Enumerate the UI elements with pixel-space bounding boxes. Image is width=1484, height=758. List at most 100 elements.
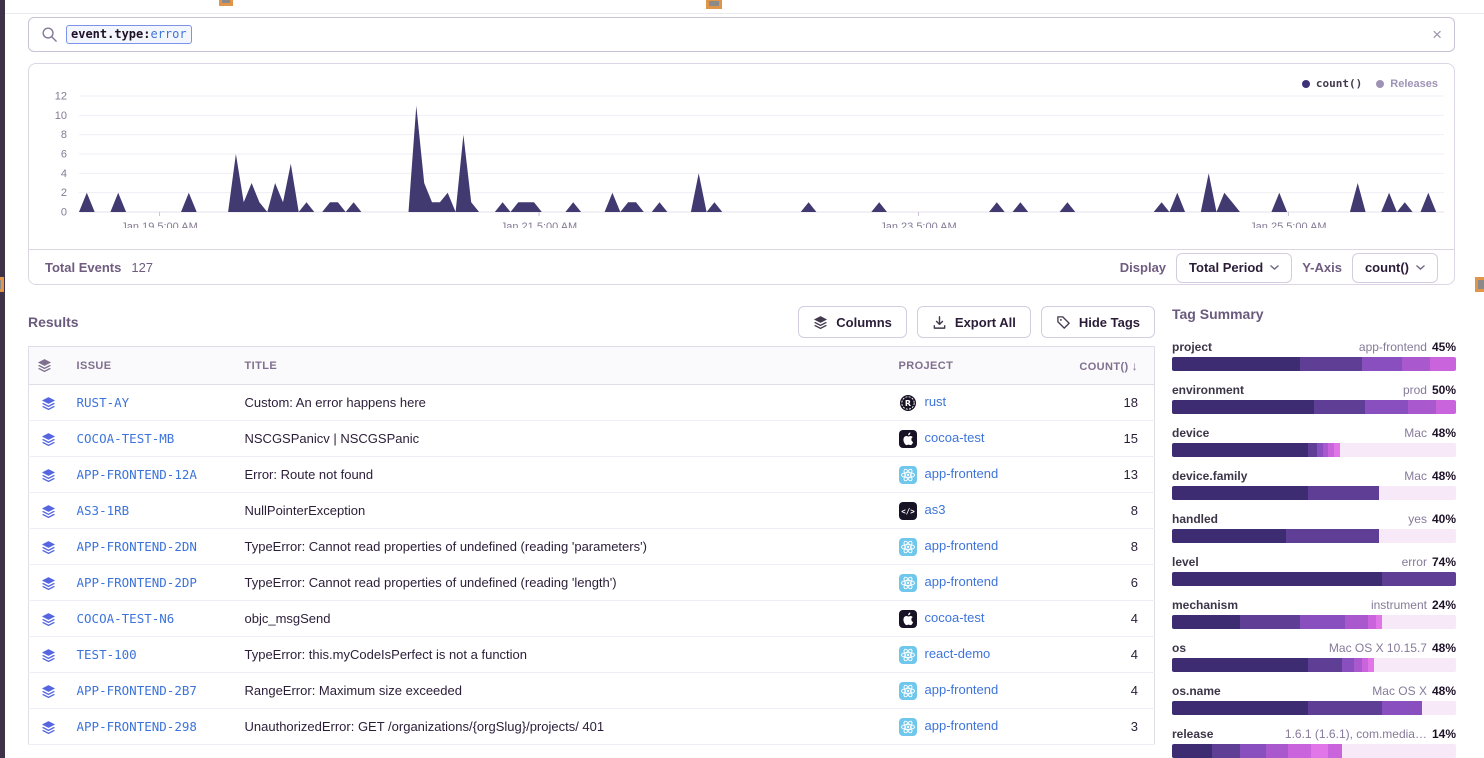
tag-bar-segment[interactable]: [1382, 572, 1456, 586]
project-link[interactable]: cocoa-test: [925, 610, 985, 625]
tag-bar-segment[interactable]: [1300, 615, 1345, 629]
tag-bar-segment[interactable]: [1345, 615, 1368, 629]
tag-bar-segment[interactable]: [1286, 529, 1380, 543]
tag-bar-segment[interactable]: [1382, 701, 1422, 715]
search-query-token[interactable]: event.type:error: [66, 25, 192, 44]
tag-distribution-bar[interactable]: [1172, 486, 1456, 500]
issue-stack-icon: [41, 504, 56, 519]
project-link[interactable]: app-frontend: [925, 538, 999, 553]
tag-distribution-bar[interactable]: [1172, 658, 1456, 672]
tag-bar-segment[interactable]: [1362, 357, 1402, 371]
download-icon: [932, 315, 947, 330]
issue-title: TypeError: Cannot read properties of und…: [237, 565, 891, 601]
issue-stack-icon: [41, 720, 56, 735]
tag-bar-segment[interactable]: [1308, 443, 1317, 457]
issue-link[interactable]: COCOA-TEST-N6: [77, 611, 175, 626]
tag-bar-segment[interactable]: [1430, 357, 1456, 371]
tag-summary-heading: Tag Summary: [1172, 306, 1264, 322]
project-link[interactable]: react-demo: [925, 646, 991, 661]
tag-name: device.family: [1172, 469, 1247, 483]
tag-distribution-bar[interactable]: [1172, 744, 1456, 758]
issue-link[interactable]: APP-FRONTEND-12A: [77, 467, 197, 482]
tag-bar-segment[interactable]: [1172, 529, 1286, 543]
issue-link[interactable]: APP-FRONTEND-2DP: [77, 575, 197, 590]
tag-bar-segment[interactable]: [1172, 615, 1240, 629]
tag-bar-segment[interactable]: [1172, 486, 1308, 500]
tag-bar-segment[interactable]: [1408, 400, 1436, 414]
issue-link[interactable]: COCOA-TEST-MB: [77, 431, 175, 446]
tag-bar-segment[interactable]: [1374, 658, 1456, 672]
tag-bar-segment[interactable]: [1365, 400, 1408, 414]
tag-bar-segment[interactable]: [1340, 443, 1456, 457]
tag-bar-segment[interactable]: [1308, 701, 1382, 715]
tag-top-percent: 40%: [1432, 512, 1456, 526]
tag-bar-segment[interactable]: [1342, 658, 1353, 672]
tag-distribution-bar[interactable]: [1172, 357, 1456, 371]
tag-bar-segment[interactable]: [1212, 744, 1240, 758]
issue-link[interactable]: TEST-100: [77, 647, 137, 662]
tag-bar-segment[interactable]: [1436, 400, 1456, 414]
table-row: APP-FRONTEND-298UnauthorizedError: GET /…: [29, 709, 1155, 745]
column-title[interactable]: TITLE: [237, 347, 891, 385]
tag-bar-segment[interactable]: [1172, 443, 1308, 457]
tag-distribution-bar[interactable]: [1172, 572, 1456, 586]
column-project[interactable]: PROJECT: [891, 347, 1069, 385]
hide-tags-button[interactable]: Hide Tags: [1041, 306, 1155, 338]
events-area-chart[interactable]: 024681012Jan 19 5:00 AMJan 21 5:00 AMJan…: [31, 82, 1471, 228]
tag-bar-segment[interactable]: [1342, 744, 1456, 758]
tag-bar-segment[interactable]: [1379, 486, 1456, 500]
column-count[interactable]: COUNT()↓: [1069, 347, 1155, 385]
tag-bar-segment[interactable]: [1172, 572, 1382, 586]
tag-bar-segment[interactable]: [1266, 744, 1289, 758]
project-link[interactable]: rust: [925, 394, 947, 409]
tag-bar-segment[interactable]: [1422, 701, 1456, 715]
clear-search-icon[interactable]: ×: [1432, 26, 1442, 43]
react-project-icon: [899, 718, 917, 736]
display-select[interactable]: Total Period: [1176, 253, 1292, 283]
tag-distribution-bar[interactable]: [1172, 529, 1456, 543]
tag-name: device: [1172, 426, 1209, 440]
project-link[interactable]: app-frontend: [925, 718, 999, 733]
tag-bar-segment[interactable]: [1308, 486, 1379, 500]
tag-bar-segment[interactable]: [1172, 357, 1300, 371]
tag-bar-segment[interactable]: [1402, 357, 1430, 371]
issue-link[interactable]: APP-FRONTEND-298: [77, 719, 197, 734]
tag-bar-segment[interactable]: [1172, 701, 1308, 715]
tag-distribution-bar[interactable]: [1172, 701, 1456, 715]
project-link[interactable]: app-frontend: [925, 574, 999, 589]
yaxis-select[interactable]: count(): [1352, 253, 1438, 283]
tag-bar-segment[interactable]: [1308, 658, 1342, 672]
column-issue[interactable]: ISSUE: [69, 347, 237, 385]
search-bar[interactable]: event.type:error ×: [28, 17, 1455, 52]
tag-bar-segment[interactable]: [1240, 615, 1300, 629]
tag-top-value: instrument: [1371, 598, 1427, 612]
project-link[interactable]: app-frontend: [925, 466, 999, 481]
columns-button[interactable]: Columns: [798, 306, 907, 338]
tag-bar-segment[interactable]: [1382, 615, 1456, 629]
tag-bar-segment[interactable]: [1354, 658, 1363, 672]
events-chart-panel: count() Releases 024681012Jan 19 5:00 AM…: [28, 63, 1455, 285]
export-all-button[interactable]: Export All: [917, 306, 1031, 338]
tag-distribution-bar[interactable]: [1172, 443, 1456, 457]
tag-bar-segment[interactable]: [1314, 400, 1365, 414]
tag-bar-segment[interactable]: [1172, 658, 1308, 672]
tag-distribution-bar[interactable]: [1172, 400, 1456, 414]
issue-link[interactable]: APP-FRONTEND-2B7: [77, 683, 197, 698]
tag-distribution-bar[interactable]: [1172, 615, 1456, 629]
tag-bar-segment[interactable]: [1328, 744, 1342, 758]
tag-bar-segment[interactable]: [1379, 529, 1456, 543]
tag-bar-segment[interactable]: [1300, 357, 1362, 371]
project-link[interactable]: as3: [925, 502, 946, 517]
issue-link[interactable]: RUST-AY: [77, 395, 130, 410]
tag-bar-segment[interactable]: [1311, 744, 1328, 758]
tag-bar-segment[interactable]: [1172, 744, 1212, 758]
issue-link[interactable]: APP-FRONTEND-2DN: [77, 539, 197, 554]
tag-bar-segment[interactable]: [1288, 744, 1311, 758]
project-link[interactable]: app-frontend: [925, 682, 999, 697]
project-link[interactable]: cocoa-test: [925, 430, 985, 445]
issue-link[interactable]: AS3-1RB: [77, 503, 130, 518]
tag-bar-segment[interactable]: [1368, 615, 1377, 629]
tag-bar-segment[interactable]: [1240, 744, 1266, 758]
tag-bar-segment[interactable]: [1172, 400, 1314, 414]
event-count: 6: [1069, 565, 1155, 601]
